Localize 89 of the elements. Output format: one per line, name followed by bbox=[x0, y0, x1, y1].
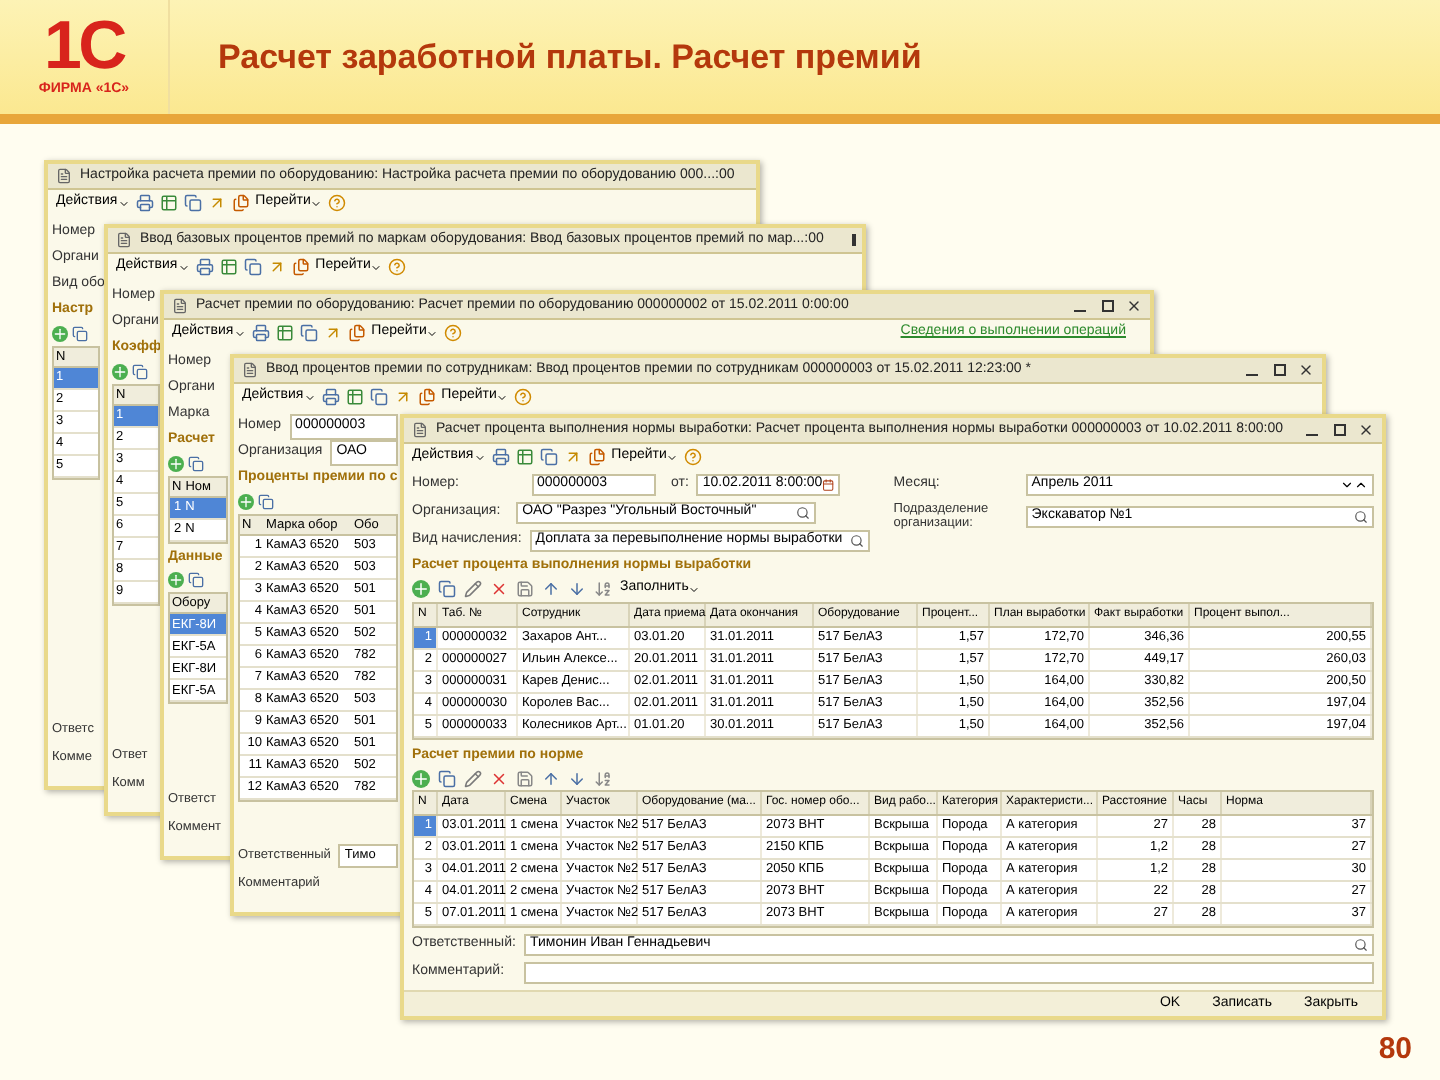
copy-icon[interactable] bbox=[539, 448, 558, 466]
help-icon[interactable] bbox=[328, 194, 347, 212]
edit-icon[interactable] bbox=[464, 580, 482, 598]
arrow-icon[interactable] bbox=[323, 324, 342, 342]
table-icon[interactable] bbox=[159, 194, 178, 212]
caret-icon bbox=[426, 327, 439, 339]
minimize-icon[interactable] bbox=[1306, 433, 1318, 435]
copy-icon[interactable] bbox=[438, 769, 456, 787]
documents-icon[interactable] bbox=[231, 194, 250, 212]
copy-icon[interactable] bbox=[299, 324, 318, 342]
close-icon[interactable] bbox=[1358, 422, 1374, 438]
logo-mark: 1С bbox=[43, 12, 125, 81]
dropdown-icon[interactable] bbox=[1340, 478, 1354, 492]
close-icon[interactable] bbox=[1126, 298, 1142, 314]
add-icon[interactable] bbox=[112, 363, 128, 379]
sort-icon[interactable] bbox=[594, 769, 612, 787]
copy-icon[interactable] bbox=[188, 455, 204, 471]
caret-icon bbox=[666, 451, 679, 463]
printer-icon[interactable] bbox=[195, 258, 214, 276]
arrow-icon[interactable] bbox=[207, 194, 226, 212]
page-number: 80 bbox=[1378, 1029, 1412, 1069]
printer-icon[interactable] bbox=[135, 194, 154, 212]
close-icon[interactable] bbox=[1298, 362, 1314, 378]
caret-icon bbox=[117, 197, 130, 209]
arrow-icon[interactable] bbox=[563, 448, 582, 466]
add-icon[interactable] bbox=[168, 455, 184, 471]
caret-icon bbox=[370, 261, 383, 273]
documents-icon[interactable] bbox=[587, 448, 606, 466]
move-up-icon[interactable] bbox=[542, 580, 560, 598]
help-icon[interactable] bbox=[388, 258, 407, 276]
documents-icon[interactable] bbox=[347, 324, 366, 342]
copy-icon[interactable] bbox=[132, 363, 148, 379]
caret-icon bbox=[177, 261, 190, 273]
arrow-icon[interactable] bbox=[267, 258, 286, 276]
copy-icon[interactable] bbox=[258, 493, 274, 509]
help-icon[interactable] bbox=[444, 324, 463, 342]
document-icon bbox=[242, 362, 258, 378]
move-up-icon[interactable] bbox=[542, 769, 560, 787]
save-icon[interactable] bbox=[516, 580, 534, 598]
caret-icon bbox=[233, 327, 246, 339]
table-icon[interactable] bbox=[345, 388, 364, 406]
move-down-icon[interactable] bbox=[568, 580, 586, 598]
copy-icon[interactable] bbox=[72, 325, 88, 341]
table-icon[interactable] bbox=[219, 258, 238, 276]
help-icon[interactable] bbox=[514, 388, 533, 406]
document-icon bbox=[116, 232, 132, 248]
add-icon[interactable] bbox=[52, 325, 68, 341]
move-down-icon[interactable] bbox=[568, 769, 586, 787]
copy-icon[interactable] bbox=[183, 194, 202, 212]
delete-icon[interactable] bbox=[490, 769, 508, 787]
copy-icon[interactable] bbox=[369, 388, 388, 406]
sort-icon[interactable] bbox=[594, 580, 612, 598]
edit-icon[interactable] bbox=[464, 769, 482, 787]
help-icon[interactable] bbox=[684, 448, 703, 466]
minimize-icon[interactable] bbox=[1246, 373, 1258, 375]
document-icon bbox=[412, 422, 428, 438]
caret-icon bbox=[473, 451, 486, 463]
add-icon[interactable] bbox=[238, 493, 254, 509]
copy-icon[interactable] bbox=[438, 580, 456, 598]
table-icon[interactable] bbox=[275, 324, 294, 342]
caret-icon bbox=[496, 391, 509, 403]
add-icon[interactable] bbox=[168, 572, 184, 588]
copy-icon[interactable] bbox=[188, 572, 204, 588]
minimize-icon[interactable] bbox=[1074, 309, 1086, 311]
document-icon bbox=[172, 298, 188, 314]
documents-icon[interactable] bbox=[291, 258, 310, 276]
spin-icon[interactable] bbox=[1354, 478, 1368, 492]
document-icon bbox=[56, 168, 72, 184]
caret-icon bbox=[310, 197, 323, 209]
documents-icon[interactable] bbox=[417, 388, 436, 406]
search-icon[interactable] bbox=[1354, 509, 1368, 523]
save-icon[interactable] bbox=[516, 769, 534, 787]
caret-icon bbox=[303, 391, 316, 403]
search-icon[interactable] bbox=[1354, 938, 1368, 952]
table-icon[interactable] bbox=[515, 448, 534, 466]
caret-icon bbox=[688, 583, 701, 595]
search-icon[interactable] bbox=[796, 506, 811, 520]
printer-icon[interactable] bbox=[251, 324, 270, 342]
arrow-icon[interactable] bbox=[393, 388, 412, 406]
add-icon[interactable] bbox=[412, 769, 430, 787]
calendar-icon[interactable] bbox=[822, 478, 835, 492]
search-icon[interactable] bbox=[849, 534, 864, 548]
printer-icon[interactable] bbox=[491, 448, 510, 466]
printer-icon[interactable] bbox=[321, 388, 340, 406]
slide-title: Расчет заработной платы. Расчет премий bbox=[218, 37, 924, 77]
add-icon[interactable] bbox=[412, 580, 430, 598]
copy-icon[interactable] bbox=[243, 258, 262, 276]
delete-icon[interactable] bbox=[490, 580, 508, 598]
comment-field[interactable] bbox=[524, 962, 1374, 984]
